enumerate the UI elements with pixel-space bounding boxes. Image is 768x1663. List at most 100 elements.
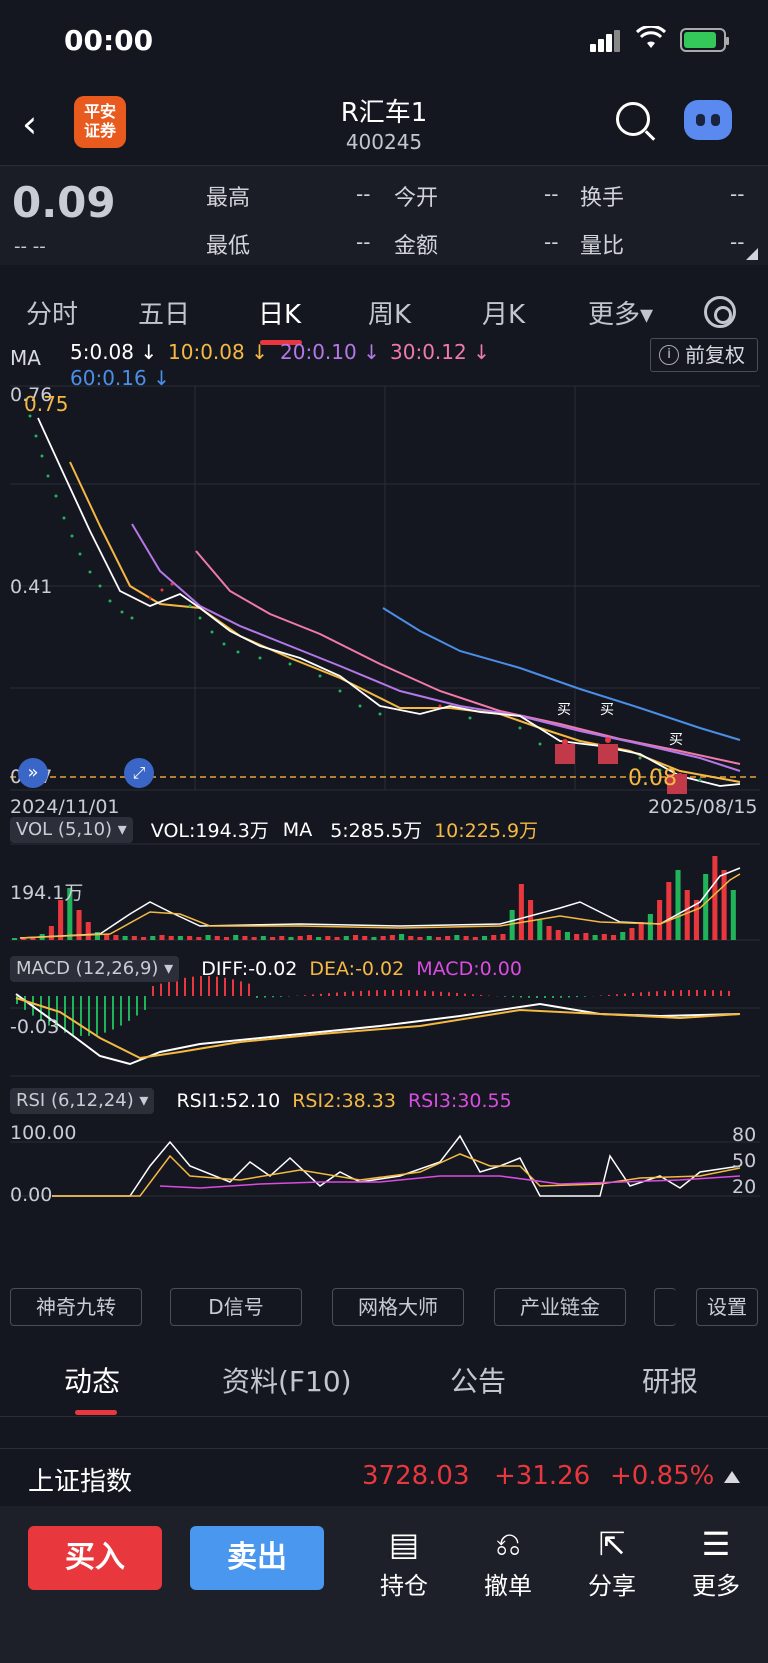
buy-button[interactable]: 买入 (28, 1526, 162, 1590)
positions-icon: ▤ (388, 1525, 420, 1563)
macd-bar (696, 990, 698, 996)
volume-bar (187, 936, 193, 940)
volume-bar (703, 874, 709, 940)
tab-research[interactable]: 研报 (642, 1360, 698, 1400)
logo-line2: 证券 (83, 121, 116, 140)
macd-bar (400, 990, 402, 996)
macd-bar (240, 981, 242, 996)
macd-bar (640, 992, 642, 996)
macd-bar (368, 990, 370, 996)
gear-icon[interactable] (704, 296, 736, 328)
tab-intraday[interactable]: 分时 (26, 294, 78, 331)
volume-bar (555, 930, 561, 940)
macd-bar (304, 995, 306, 996)
tool-grid-master[interactable]: 网格大师 (332, 1288, 464, 1326)
tool-d-signal[interactable]: D信号 (170, 1288, 302, 1326)
sell-button[interactable]: 卖出 (190, 1526, 324, 1590)
tab-more[interactable]: 更多▾ (588, 294, 653, 331)
macd-bar (72, 996, 74, 1035)
volume-bar (168, 936, 174, 940)
expand-up-icon[interactable] (724, 1471, 740, 1483)
macd-axis-label: -0.03 (10, 1016, 60, 1038)
amount-value: -- (544, 230, 559, 254)
macd-bar (560, 996, 562, 998)
volume-bar (12, 938, 18, 940)
broker-logo: 平安 证券 (74, 96, 126, 148)
tab-weekly-k[interactable]: 周K (368, 294, 411, 331)
macd-bar (264, 996, 266, 998)
volume-bar (352, 935, 359, 940)
volume-bar (223, 937, 230, 940)
positions-button[interactable]: ▤ 持仓 (374, 1524, 434, 1601)
buy-mark-label-2: 买 (600, 702, 614, 718)
tool-partial[interactable] (654, 1288, 676, 1326)
tool-nine-turn[interactable]: 神奇九转 (10, 1288, 142, 1326)
volume-bar (620, 932, 626, 940)
cancel-order-button[interactable]: ⎌ 撤单 (478, 1524, 538, 1601)
vol-indicator-select[interactable]: VOL (5,10) ▾ (10, 816, 133, 843)
tool-settings[interactable]: 设置 (696, 1288, 758, 1326)
tab-daily-k[interactable]: 日K (258, 294, 301, 331)
volume-bar (564, 932, 570, 940)
macd-bar (704, 990, 706, 996)
macd-bar (512, 996, 514, 998)
tool-industry-chain[interactable]: 产业链金 (494, 1288, 626, 1326)
index-ticker[interactable]: 上证指数 3728.03 +31.26 +0.85% (0, 1448, 768, 1506)
volume-bar (583, 933, 589, 940)
tab-five-day[interactable]: 五日 (138, 294, 190, 331)
volume-bar (316, 937, 322, 940)
wifi-icon (635, 24, 667, 52)
macd-bar (24, 996, 26, 1010)
tab-monthly-k[interactable]: 月K (482, 294, 525, 331)
share-button[interactable]: ⇱ 分享 (582, 1524, 642, 1601)
macd-bar (384, 990, 386, 996)
search-icon[interactable] (616, 102, 650, 136)
volume-bar (638, 922, 644, 940)
volume-bar (270, 937, 276, 940)
high-value: -- (356, 182, 371, 206)
tab-f10[interactable]: 资料(F10) (222, 1360, 352, 1400)
volume-bar (325, 936, 331, 940)
macd-bar (168, 981, 170, 996)
ratio-label: 量比 (580, 234, 625, 259)
cancel-order-icon: ⎌ (495, 1525, 521, 1563)
assistant-robot-icon[interactable] (684, 100, 732, 140)
volume-bar (297, 936, 303, 940)
macd-bar (136, 996, 138, 1016)
period-tabs: 分时 五日 日K 周K 月K 更多▾ (0, 280, 768, 346)
positions-label: 持仓 (380, 1572, 428, 1600)
macd-bar (96, 996, 98, 1035)
volume-bar (426, 936, 432, 940)
signal-icon (590, 30, 622, 52)
volume-bar (380, 936, 386, 940)
back-icon[interactable]: ‹ (22, 102, 37, 146)
macd-bar (152, 986, 154, 996)
macd-indicator-select[interactable]: MACD (12,26,9) ▾ (10, 956, 180, 982)
macd-bar (120, 996, 122, 1026)
volume-bar (721, 870, 727, 940)
volume-bar (159, 935, 165, 940)
rsi-indicator-select[interactable]: RSI (6,12,24) ▾ (10, 1088, 155, 1114)
macd-bar (664, 990, 666, 996)
volume-bar (94, 932, 101, 940)
macd-bar (536, 996, 538, 998)
fullscreen-icon[interactable]: ⤢ (124, 758, 154, 788)
macd-bar (112, 996, 114, 1030)
macd-bar (352, 991, 354, 996)
more-button[interactable]: ☰ 更多 (686, 1524, 746, 1601)
fast-forward-icon[interactable]: » (18, 758, 48, 788)
quote-summary: 0.09 -- -- 最高 -- 今开 -- 换手 -- 最低 -- 金额 --… (0, 165, 768, 265)
volume-bar (177, 936, 183, 940)
tab-news[interactable]: 动态 (64, 1360, 120, 1400)
macd-bar (320, 993, 322, 996)
expand-corner-icon[interactable] (746, 248, 758, 260)
volume-bar (693, 900, 699, 940)
kline-chart-area[interactable]: MA 5:0.08 ↓ 10:0.08 ↓ 20:0.10 ↓ 30:0.12 … (0, 338, 768, 1326)
macd-bar (336, 992, 338, 996)
tab-announcements[interactable]: 公告 (450, 1360, 506, 1400)
y-label-mid: 0.41 (10, 576, 53, 598)
open-value: -- (544, 182, 559, 206)
turnover-label: 换手 (580, 186, 625, 211)
volume-bar (343, 936, 349, 940)
macd-bar (376, 990, 378, 996)
